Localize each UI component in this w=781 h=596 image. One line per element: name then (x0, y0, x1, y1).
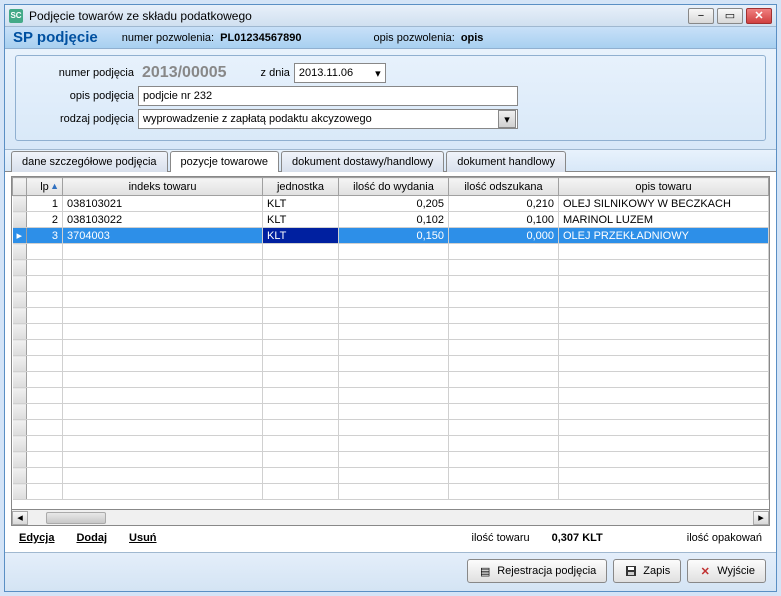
row-gutter (13, 292, 27, 308)
col-qty-found[interactable]: ilość odszukana (449, 178, 559, 196)
row-gutter (13, 452, 27, 468)
table-row[interactable] (13, 484, 769, 500)
table-row[interactable] (13, 356, 769, 372)
remove-link[interactable]: Usuń (129, 532, 157, 544)
save-button[interactable]: Zapis (613, 559, 681, 583)
horizontal-scrollbar[interactable]: ◂ ▸ (11, 510, 770, 526)
table-row[interactable] (13, 436, 769, 452)
header-bar: SP podjęcie numer pozwolenia: PL01234567… (5, 27, 776, 49)
table-row[interactable] (13, 244, 769, 260)
table-row[interactable]: 2038103022KLT0,1020,100MARINOL LUZEM (13, 212, 769, 228)
scroll-thumb[interactable] (46, 512, 106, 524)
col-unit[interactable]: jednostka (263, 178, 339, 196)
table-row[interactable] (13, 340, 769, 356)
close-button[interactable]: ✕ (746, 8, 772, 24)
row-gutter (13, 388, 27, 404)
scroll-left-arrow[interactable]: ◂ (12, 511, 28, 525)
withdraw-desc-input[interactable] (138, 86, 518, 106)
date-input[interactable] (295, 65, 371, 81)
withdraw-type-label: rodzaj podjęcia (24, 113, 134, 125)
exit-button[interactable]: ✕ Wyjście (687, 559, 766, 583)
table-row[interactable]: 1038103021KLT0,2050,210OLEJ SILNIKOWY W … (13, 196, 769, 212)
module-title: SP podjęcie (13, 29, 98, 46)
row-gutter (13, 340, 27, 356)
sort-asc-icon: ▲ (50, 181, 59, 191)
row-gutter: ▸ (13, 228, 27, 244)
table-row[interactable] (13, 308, 769, 324)
pack-sum-label: ilość opakowań (687, 532, 762, 544)
add-link[interactable]: Dodaj (76, 532, 107, 544)
row-gutter (13, 484, 27, 500)
scroll-right-arrow[interactable]: ▸ (753, 511, 769, 525)
row-gutter (13, 244, 27, 260)
table-row[interactable] (13, 372, 769, 388)
withdraw-type-select[interactable] (139, 111, 497, 127)
col-index[interactable]: indeks towaru (63, 178, 263, 196)
tab-items[interactable]: pozycje towarowe (170, 151, 279, 172)
row-gutter (13, 404, 27, 420)
table-row[interactable] (13, 292, 769, 308)
row-gutter (13, 212, 27, 228)
table-row[interactable] (13, 260, 769, 276)
qty-sum-value: 0,307 KLT (552, 532, 603, 544)
app-icon: SC (9, 9, 23, 23)
table-row[interactable] (13, 420, 769, 436)
tab-bar: dane szczegółowe podjęcia pozycje towaro… (5, 150, 776, 172)
row-gutter (13, 260, 27, 276)
permit-no-label: numer pozwolenia: (122, 32, 214, 44)
tab-delivery-doc[interactable]: dokument dostawy/handlowy (281, 151, 444, 172)
form-panel: numer podjęcia 2013/00005 z dnia ▾ opis … (5, 49, 776, 150)
register-button[interactable]: ▤ Rejestracja podjęcia (467, 559, 607, 583)
row-gutter (13, 436, 27, 452)
grid-gutter-header (13, 178, 27, 196)
row-gutter (13, 372, 27, 388)
table-row[interactable] (13, 324, 769, 340)
grid-panel: lp▲ indeks towaru jednostka ilość do wyd… (5, 172, 776, 552)
footer-bar: ▤ Rejestracja podjęcia Zapis ✕ Wyjście (5, 552, 776, 591)
permit-no-value: PL01234567890 (220, 32, 301, 44)
row-gutter (13, 468, 27, 484)
date-label: z dnia (261, 67, 290, 79)
save-icon (624, 564, 638, 578)
table-row[interactable] (13, 388, 769, 404)
withdraw-desc-label: opis podjęcia (24, 90, 134, 102)
row-gutter (13, 276, 27, 292)
table-row[interactable] (13, 452, 769, 468)
row-gutter (13, 420, 27, 436)
col-desc[interactable]: opis towaru (559, 178, 769, 196)
table-row[interactable] (13, 404, 769, 420)
table-row[interactable]: ▸33704003KLT0,1500,000OLEJ PRZEKŁADNIOWY (13, 228, 769, 244)
col-qty-out[interactable]: ilość do wydania (339, 178, 449, 196)
table-row[interactable] (13, 276, 769, 292)
tab-trade-doc[interactable]: dokument handlowy (446, 151, 566, 172)
titlebar: SC Podjęcie towarów ze składu podatkoweg… (5, 5, 776, 27)
qty-sum-label: ilość towaru (472, 532, 530, 544)
window-title: Podjęcie towarów ze składu podatkowego (29, 9, 688, 23)
withdraw-no-label: numer podjęcia (24, 67, 134, 79)
table-row[interactable] (13, 468, 769, 484)
row-gutter (13, 308, 27, 324)
dropdown-icon[interactable]: ▾ (498, 110, 516, 128)
edit-link[interactable]: Edycja (19, 532, 54, 544)
withdraw-no-value: 2013/00005 (142, 64, 227, 82)
exit-icon: ✕ (698, 564, 712, 578)
items-grid[interactable]: lp▲ indeks towaru jednostka ilość do wyd… (11, 176, 770, 510)
col-lp[interactable]: lp▲ (27, 178, 63, 196)
register-icon: ▤ (478, 564, 492, 578)
app-window: SC Podjęcie towarów ze składu podatkoweg… (4, 4, 777, 592)
permit-desc-value: opis (461, 32, 484, 44)
grid-action-row: Edycja Dodaj Usuń ilość towaru 0,307 KLT… (11, 526, 770, 552)
row-gutter (13, 324, 27, 340)
permit-desc-label: opis pozwolenia: (373, 32, 454, 44)
minimize-button[interactable]: − (688, 8, 714, 24)
tab-details[interactable]: dane szczegółowe podjęcia (11, 151, 168, 172)
date-dropdown-icon[interactable]: ▾ (371, 67, 385, 80)
row-gutter (13, 356, 27, 372)
maximize-button[interactable]: ▭ (717, 8, 743, 24)
row-gutter (13, 196, 27, 212)
